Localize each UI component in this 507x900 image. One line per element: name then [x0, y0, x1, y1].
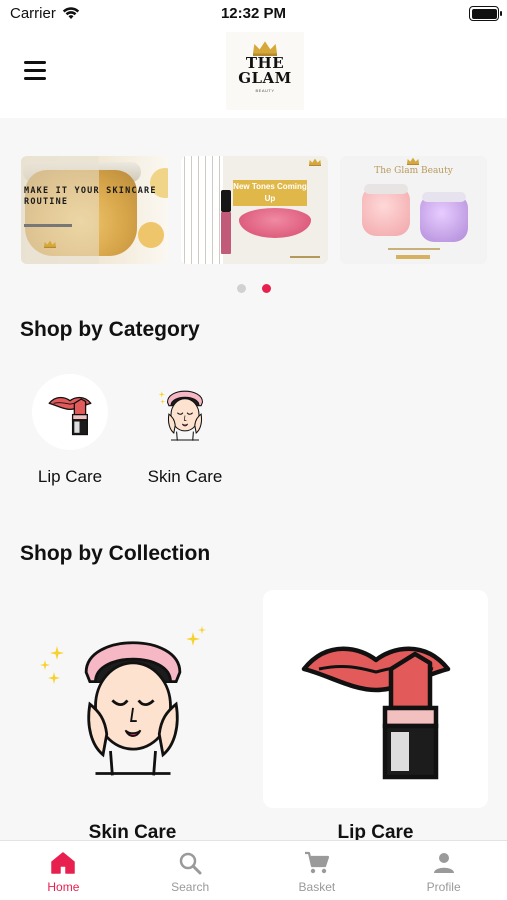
- jar-lid-shape: [422, 192, 466, 202]
- pager-dot-1[interactable]: [236, 284, 246, 293]
- category-label: Skin Care: [147, 467, 223, 486]
- collection-skin-care[interactable]: Skin Care: [20, 590, 245, 843]
- tab-label: Profile: [426, 880, 461, 894]
- banner-2-tag: New Tones Coming Up: [233, 180, 307, 206]
- lipstick-icon: [44, 386, 96, 438]
- banner-glam-beauty[interactable]: The Glam Beauty: [340, 156, 487, 264]
- face-mask-icon: [157, 380, 213, 444]
- jar-lid-shape: [364, 184, 408, 194]
- person-icon: [433, 853, 454, 873]
- tab-label: Basket: [298, 880, 336, 894]
- collection-image: [20, 590, 245, 808]
- lips-icon: [239, 208, 311, 238]
- brand-logo[interactable]: THE GLAM BEAUTY: [226, 32, 304, 110]
- category-icon-circle: [32, 374, 108, 450]
- collection-image: [263, 590, 488, 808]
- logo-tagline: BEAUTY: [255, 88, 275, 93]
- category-skin-care[interactable]: Skin Care: [130, 372, 240, 490]
- status-bar: Carrier 12:32 PM: [0, 0, 507, 28]
- lemon-shape: [138, 222, 164, 248]
- logo-line-2: GLAM: [238, 69, 292, 87]
- tab-home[interactable]: Home: [0, 841, 127, 900]
- collection-section-title: Shop by Collection: [20, 542, 211, 565]
- category-icon-circle: [147, 374, 223, 450]
- hamburger-line: [24, 76, 46, 80]
- pager-dot-2-active[interactable]: [261, 284, 271, 293]
- hamburger-icon: [24, 60, 46, 64]
- banner-rule: [396, 255, 430, 259]
- banner-rule: [24, 224, 72, 227]
- category-lip-care[interactable]: Lip Care: [15, 372, 125, 490]
- carousel-pager: [0, 284, 507, 294]
- cart-icon: [304, 851, 329, 874]
- hamburger-line: [24, 68, 46, 72]
- crown-icon: [308, 158, 322, 166]
- app-header: THE GLAM BEAUTY: [0, 28, 507, 118]
- crown-icon: [43, 240, 57, 248]
- tab-profile[interactable]: Profile: [380, 841, 507, 900]
- banner-new-tones[interactable]: New Tones Coming Up: [181, 156, 328, 264]
- skin-care-illustration: [20, 590, 245, 808]
- search-icon: [179, 852, 202, 875]
- category-section-title: Shop by Category: [20, 318, 200, 341]
- tab-search[interactable]: Search: [127, 841, 254, 900]
- menu-button[interactable]: [18, 56, 52, 84]
- tab-basket[interactable]: Basket: [254, 841, 381, 900]
- tab-label: Search: [171, 880, 210, 894]
- clock: 12:32 PM: [220, 5, 287, 22]
- banner-overlay: [21, 156, 99, 264]
- home-icon: [51, 852, 76, 874]
- banner-skincare-routine[interactable]: MAKE IT YOUR SKINCARE ROUTINE: [21, 156, 168, 264]
- category-label: Lip Care: [37, 467, 103, 486]
- banner-rule: [290, 256, 320, 258]
- lipgloss-icon: [221, 190, 231, 254]
- stripe-pattern: [181, 156, 223, 264]
- banner-1-text: MAKE IT YOUR SKINCARE ROUTINE: [24, 186, 157, 207]
- crown-icon: [406, 157, 420, 165]
- bottom-tab-bar: Home Search Basket Profile: [0, 840, 507, 900]
- tab-label: Home: [47, 880, 80, 894]
- banner-3-title: The Glam Beauty: [374, 166, 453, 176]
- lip-care-illustration: [286, 609, 466, 789]
- collection-lip-care[interactable]: Lip Care: [263, 590, 488, 843]
- banner-rule: [388, 248, 440, 250]
- battery-icon: [469, 6, 502, 21]
- promo-carousel[interactable]: MAKE IT YOUR SKINCARE ROUTINE New Tones …: [21, 156, 507, 264]
